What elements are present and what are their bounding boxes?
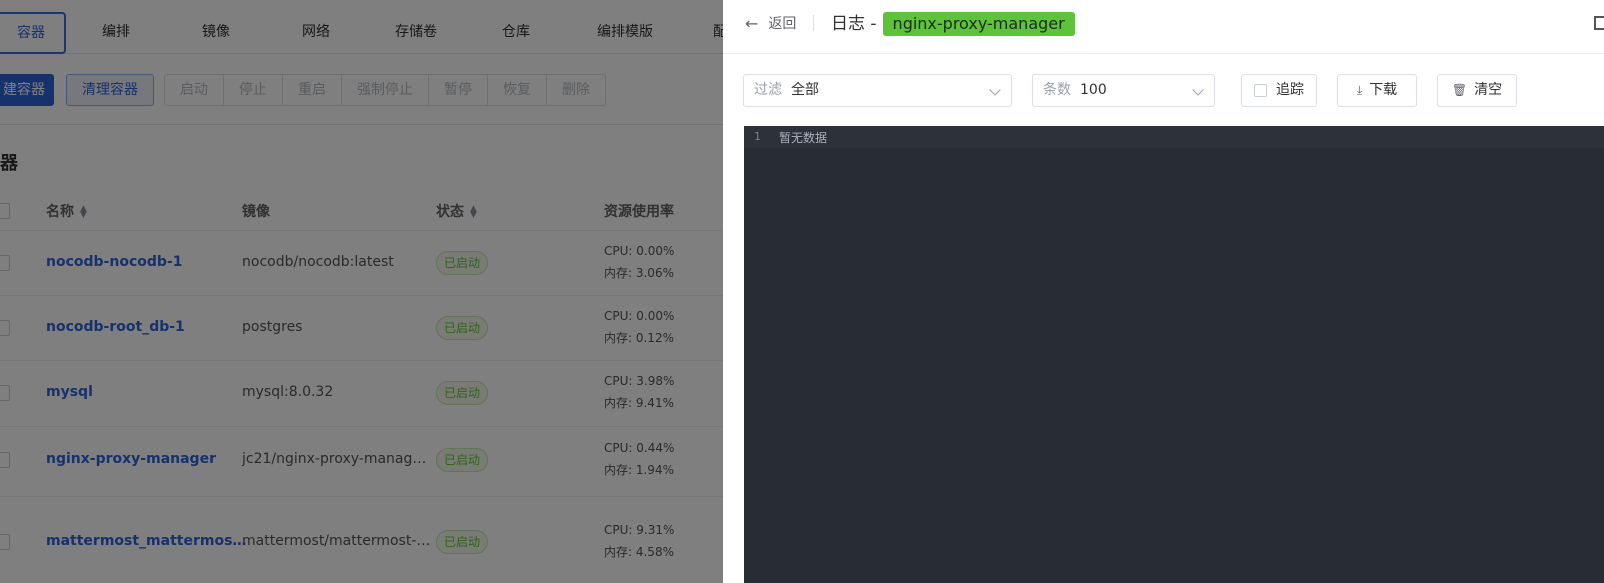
line-number: 1 bbox=[754, 130, 761, 143]
divider bbox=[813, 15, 814, 31]
chevron-down-icon bbox=[989, 84, 1001, 96]
filter-label: 过滤 bbox=[754, 82, 782, 98]
follow-checkbox[interactable]: 追踪 bbox=[1241, 74, 1317, 107]
back-button[interactable]: ← 返回 bbox=[745, 13, 796, 33]
count-select[interactable]: 条数 100 bbox=[1032, 74, 1215, 107]
log-line: 1 暂无数据 bbox=[744, 126, 1604, 148]
filter-value: 全部 bbox=[791, 82, 819, 98]
follow-label: 追踪 bbox=[1276, 82, 1304, 98]
count-label: 条数 bbox=[1043, 82, 1071, 98]
filter-select[interactable]: 过滤 全部 bbox=[743, 74, 1012, 107]
container-name-tag: nginx-proxy-manager bbox=[882, 12, 1075, 36]
checkbox-icon bbox=[1254, 84, 1267, 97]
modal-overlay[interactable] bbox=[0, 0, 723, 583]
download-label: 下载 bbox=[1369, 82, 1398, 98]
drawer-title-text: 日志 - bbox=[831, 14, 877, 34]
download-button[interactable]: ⤓ 下载 bbox=[1337, 74, 1417, 107]
chevron-down-icon bbox=[1192, 84, 1204, 96]
log-drawer: ← 返回 日志 - nginx-proxy-manager 过滤 全部 条数 1… bbox=[723, 0, 1604, 583]
fullscreen-icon[interactable] bbox=[1594, 16, 1604, 30]
back-label: 返回 bbox=[768, 16, 797, 32]
drawer-header: ← 返回 日志 - nginx-proxy-manager bbox=[723, 0, 1604, 54]
drawer-title: 日志 - nginx-proxy-manager bbox=[831, 12, 1075, 36]
download-icon: ⤓ bbox=[1356, 83, 1363, 97]
clear-label: 清空 bbox=[1474, 82, 1503, 98]
count-value: 100 bbox=[1080, 82, 1107, 98]
trash-icon: 🗑 bbox=[1451, 83, 1468, 97]
arrow-left-icon: ← bbox=[745, 13, 759, 33]
log-text: 暂无数据 bbox=[779, 131, 828, 145]
clear-button[interactable]: 🗑 清空 bbox=[1437, 74, 1517, 107]
log-viewer[interactable]: 1 暂无数据 bbox=[744, 126, 1604, 583]
